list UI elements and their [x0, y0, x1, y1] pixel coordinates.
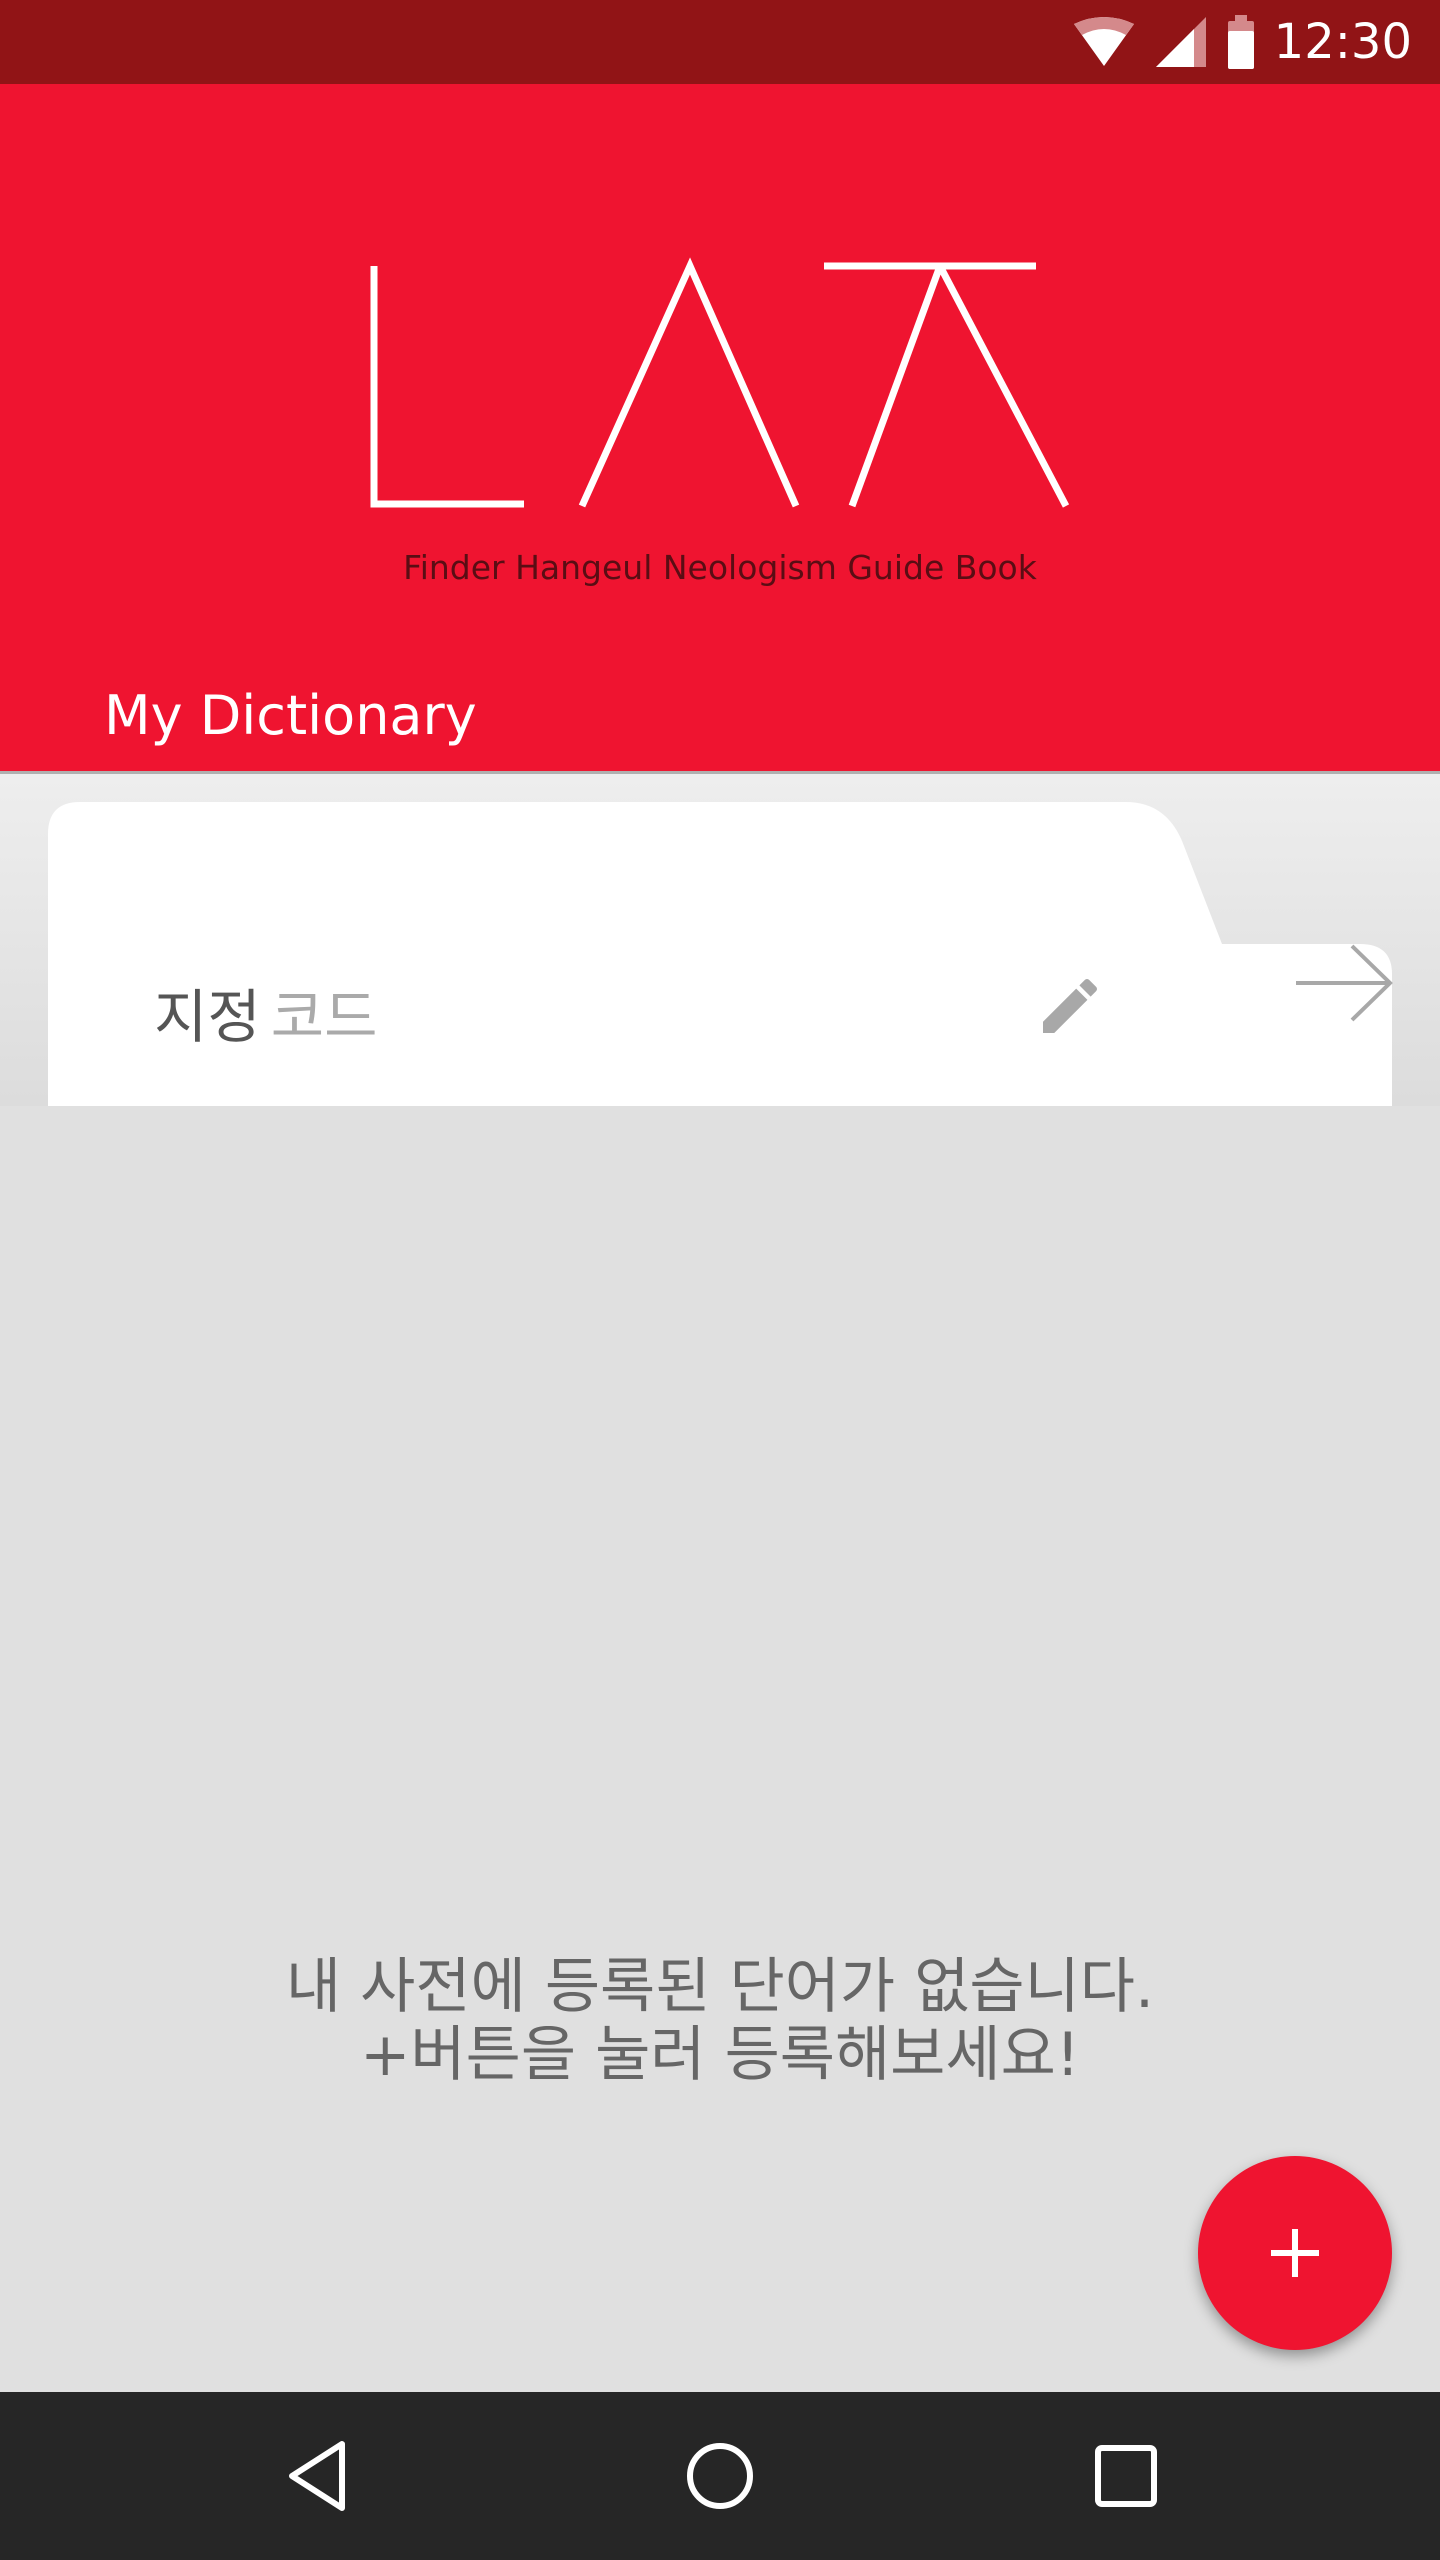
home-icon[interactable] [672, 2428, 768, 2524]
tab-label-sub: 코드 [270, 983, 378, 1051]
tab-code[interactable]: 지정 코드 [154, 970, 377, 1054]
recents-icon[interactable] [1078, 2428, 1174, 2524]
app-header: Finder Hangeul Neologism Guide Book My D… [0, 84, 1440, 774]
status-icons: 12:30 [1072, 0, 1412, 84]
empty-state: 내 사전에 등록된 단어가 없습니다. +버튼을 눌러 등록해보세요! [0, 1953, 1440, 2089]
add-word-button[interactable] [1198, 2156, 1392, 2350]
tab-shape [48, 802, 1392, 1106]
app-tagline: Finder Hangeul Neologism Guide Book [403, 548, 1037, 587]
wifi-icon [1073, 17, 1134, 66]
app-logo [370, 257, 1070, 508]
plus-icon [1271, 2229, 1319, 2277]
status-time: 12:30 [1273, 14, 1412, 70]
system-nav-bar [0, 2392, 1440, 2560]
empty-message-line-1: 내 사전에 등록된 단어가 없습니다. [285, 1952, 1155, 2022]
battery-icon [1227, 15, 1254, 69]
tab-bar: 지정 코드 [0, 774, 1440, 1106]
back-icon[interactable] [272, 2428, 368, 2524]
page-title: My Dictionary [104, 684, 477, 747]
tab-label-main: 지정 [154, 983, 261, 1051]
signal-icon [1155, 17, 1206, 67]
arrow-right-icon[interactable] [1288, 940, 1398, 1026]
status-bar: 12:30 [0, 0, 1440, 84]
empty-message-line-2: +버튼을 눌러 등록해보세요! [360, 2020, 1080, 2090]
pencil-icon[interactable] [1034, 970, 1106, 1042]
